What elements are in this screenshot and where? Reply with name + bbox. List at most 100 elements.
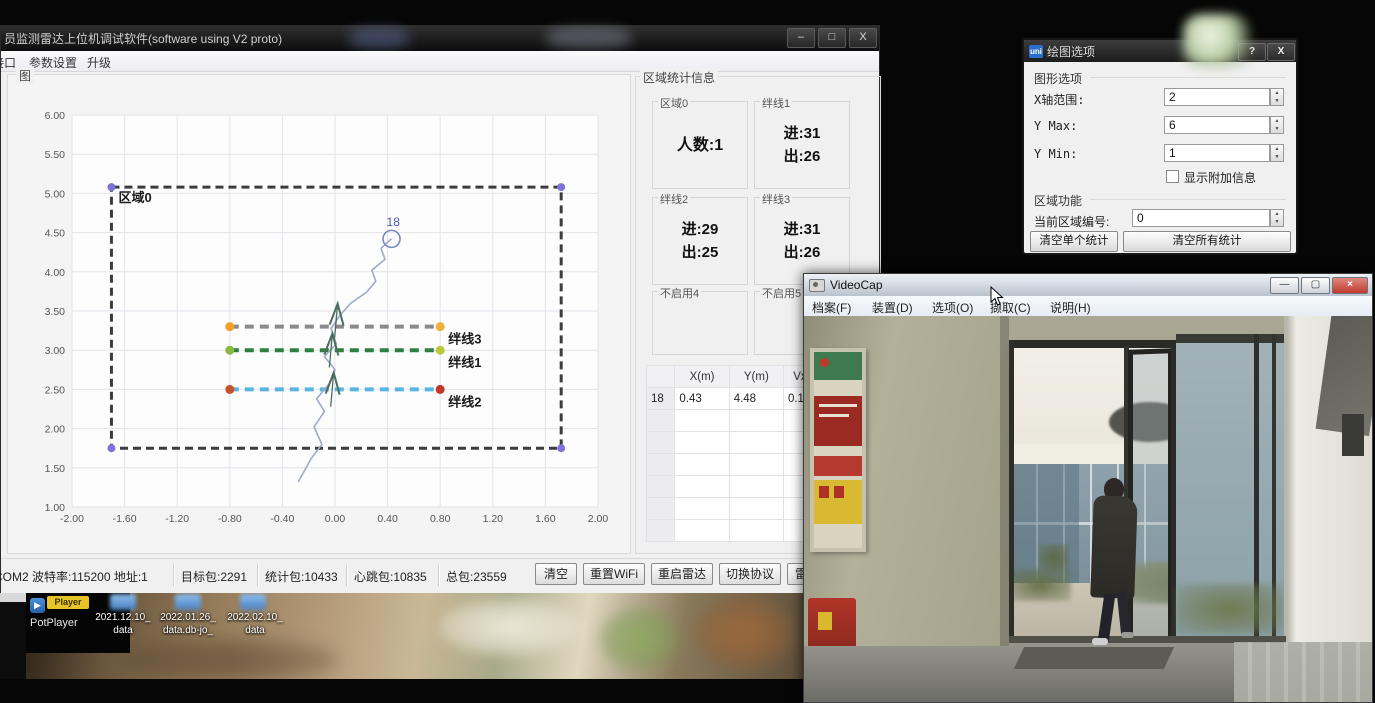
screen-edge-sliver [0, 602, 26, 679]
red-bin [808, 598, 856, 646]
clear-all-stats-button[interactable]: 清空所有统计 [1123, 231, 1291, 252]
dialog-close-button[interactable]: X [1267, 43, 1295, 61]
status-stat-packets: 统计包:10433 [265, 568, 338, 585]
desktop-folder-label[interactable]: 2022.01.26_ data.db-jo_ [151, 611, 225, 637]
radar-tracking-chart: -2.00-1.60-1.20-0.80-0.400.000.400.801.2… [10, 93, 626, 538]
main-titlebar[interactable]: 员监测雷达上位机调试软件(software using V2 proto) – … [1, 26, 879, 51]
x-range-input[interactable]: 2 [1164, 88, 1270, 106]
reset-wifi-button[interactable]: 重置WiFi [583, 563, 645, 585]
menu-upgrade[interactable]: 升级 [87, 54, 111, 71]
svg-text:-0.40: -0.40 [270, 513, 294, 525]
graph-options-group-label: 图形选项 [1034, 70, 1082, 87]
potplayer-label[interactable]: PotPlayer [30, 617, 78, 629]
plot-group-label: 图 [16, 67, 34, 84]
divider [1090, 77, 1286, 78]
maximize-button[interactable]: □ [818, 28, 846, 48]
svg-text:-1.60: -1.60 [113, 513, 137, 525]
svg-text:1.00: 1.00 [45, 502, 66, 514]
current-zone-spinner[interactable]: ▲▼ [1270, 209, 1284, 227]
poster-mark [819, 486, 829, 498]
stat-box-label: 绊线1 [760, 95, 792, 111]
camera-icon [809, 279, 825, 292]
x-range-label: X轴范围: [1034, 91, 1084, 108]
poster-text-line [819, 404, 857, 407]
folder-icon[interactable] [240, 594, 266, 610]
door-hardware [1342, 414, 1364, 456]
current-zone-input[interactable]: 0 [1132, 209, 1270, 227]
stat-box-label: 绊线2 [658, 191, 690, 207]
main-window-title: 员监测雷达上位机调试软件(software using V2 proto) [4, 30, 282, 47]
svg-text:6.00: 6.00 [45, 110, 66, 122]
stat-value: 进:29 [653, 218, 747, 241]
folder-name: data [218, 624, 292, 637]
minimize-button[interactable]: – [787, 28, 815, 48]
y-min-input[interactable]: 1 [1164, 144, 1270, 162]
menu-parameter-settings[interactable]: 参数设置 [29, 54, 77, 71]
interior-wall [804, 316, 1009, 646]
menu-file[interactable]: 档案(F) [812, 299, 851, 316]
folder-name: 2022.01.26_ [151, 611, 225, 624]
status-total-packets: 总包:23559 [446, 568, 507, 585]
potplayer-badge: Player [47, 596, 89, 609]
main-menubar: 接口 参数设置 升级 [1, 51, 879, 72]
y-max-spinner[interactable]: ▲▼ [1270, 116, 1284, 134]
folder-name: data [86, 624, 160, 637]
potplayer-icon[interactable]: ▶ [30, 598, 45, 613]
desktop-blur-artifact [1183, 14, 1251, 68]
desktop-folder-label[interactable]: 2021.12.10_ data [86, 611, 160, 637]
status-connection: COM2 波特率:115200 地址:1 [0, 568, 148, 585]
stat-value: 人数:1 [653, 134, 747, 157]
folder-icon[interactable] [175, 594, 201, 610]
stat-value: 出:26 [755, 145, 849, 168]
shrub-reflection [1176, 584, 1284, 634]
svg-text:-2.00: -2.00 [60, 513, 84, 525]
videocap-title: VideoCap [830, 278, 883, 292]
stat-box-line1: 绊线1 进:31 出:26 [754, 101, 850, 189]
glass-top-frame [1176, 334, 1284, 343]
wall-poster [810, 348, 866, 552]
separator [257, 564, 259, 586]
svg-text:2.50: 2.50 [45, 384, 66, 396]
mouse-cursor [990, 286, 1004, 306]
menu-help[interactable]: 说明(H) [1050, 299, 1091, 316]
titlebar-blur-artifact [349, 27, 409, 49]
svg-text:3.00: 3.00 [45, 345, 66, 357]
videocap-minimize-button[interactable]: — [1270, 277, 1299, 294]
dialog-title: 绘图选项 [1047, 43, 1095, 60]
wallpaper-blob [695, 595, 795, 670]
menu-device[interactable]: 装置(D) [872, 299, 913, 316]
videocap-close-button[interactable]: × [1332, 277, 1368, 294]
svg-text:-0.80: -0.80 [218, 513, 242, 525]
separator [173, 564, 175, 586]
open-door-panel [1128, 348, 1173, 646]
menu-interface[interactable]: 接口 [0, 54, 16, 71]
y-min-label: Y Min: [1034, 147, 1077, 161]
svg-text:3.50: 3.50 [45, 306, 66, 318]
y-max-label: Y Max: [1034, 119, 1077, 133]
desktop-folder-label[interactable]: 2022.02.10_ data [218, 611, 292, 637]
svg-text:5.00: 5.00 [45, 188, 66, 200]
svg-text:1.20: 1.20 [483, 513, 504, 525]
clear-single-stats-button[interactable]: 清空单个统计 [1030, 231, 1118, 252]
folder-icon[interactable] [110, 594, 136, 610]
x-range-spinner[interactable]: ▲▼ [1270, 88, 1284, 106]
uni-app-icon: uni [1029, 45, 1043, 58]
switch-protocol-button[interactable]: 切换协议 [719, 563, 781, 585]
menu-options[interactable]: 选项(O) [932, 299, 973, 316]
show-extra-info-checkbox[interactable] [1166, 170, 1179, 183]
videocap-titlebar[interactable]: VideoCap — ▢ × [804, 274, 1372, 297]
y-max-input[interactable]: 6 [1164, 116, 1270, 134]
svg-text:5.50: 5.50 [45, 149, 66, 161]
clear-button[interactable]: 清空 [535, 563, 577, 585]
svg-text:1.60: 1.60 [535, 513, 556, 525]
screen-edge-sliver [0, 593, 26, 602]
close-button[interactable]: X [849, 28, 877, 48]
current-zone-label: 当前区域编号: [1034, 213, 1109, 230]
poster-mark [834, 486, 844, 498]
y-min-spinner[interactable]: ▲▼ [1270, 144, 1284, 162]
zone-stats-title: 区域统计信息 [640, 69, 718, 86]
videocap-maximize-button[interactable]: ▢ [1301, 277, 1330, 294]
wallpaper-blob [440, 598, 580, 656]
restart-radar-button[interactable]: 重启雷达 [651, 563, 713, 585]
bin-label [818, 612, 832, 630]
